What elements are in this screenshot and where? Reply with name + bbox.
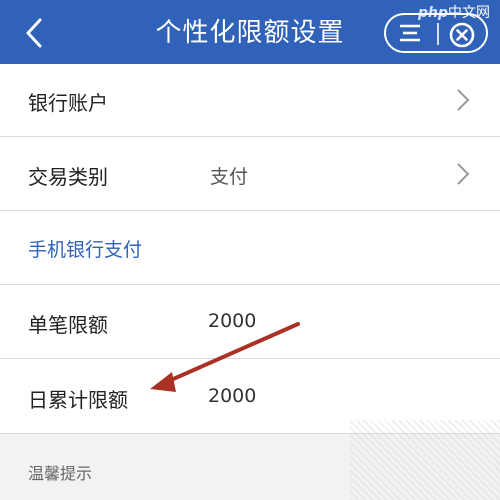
single-limit-row[interactable]: 单笔限额 2000 xyxy=(0,285,500,358)
bank-account-label: 银行账户 xyxy=(28,91,108,115)
daily-limit-value[interactable]: 2000 xyxy=(208,385,256,407)
single-limit-value[interactable]: 2000 xyxy=(208,310,256,332)
window-capsule xyxy=(384,13,488,53)
transaction-type-label: 交易类别 xyxy=(28,165,108,189)
menu-icon[interactable] xyxy=(398,22,422,44)
daily-limit-label: 日累计限额 xyxy=(28,388,128,412)
section-title: 手机银行支付 xyxy=(28,239,143,261)
transaction-type-value: 支付 xyxy=(210,166,249,188)
chevron-right-icon xyxy=(457,163,470,185)
title-bar: 个性化限额设置 php中文网 xyxy=(0,0,500,64)
bank-account-row[interactable]: 银行账户 xyxy=(0,64,500,136)
image-noise xyxy=(350,420,500,500)
chevron-right-icon xyxy=(457,89,470,111)
capsule-divider xyxy=(437,23,439,45)
tip-label: 温馨提示 xyxy=(28,464,93,483)
transaction-type-row[interactable]: 交易类别 支付 xyxy=(0,137,500,210)
close-circle-icon[interactable] xyxy=(448,21,476,49)
section-header: 手机银行支付 xyxy=(0,211,500,284)
single-limit-label: 单笔限额 xyxy=(28,313,108,337)
